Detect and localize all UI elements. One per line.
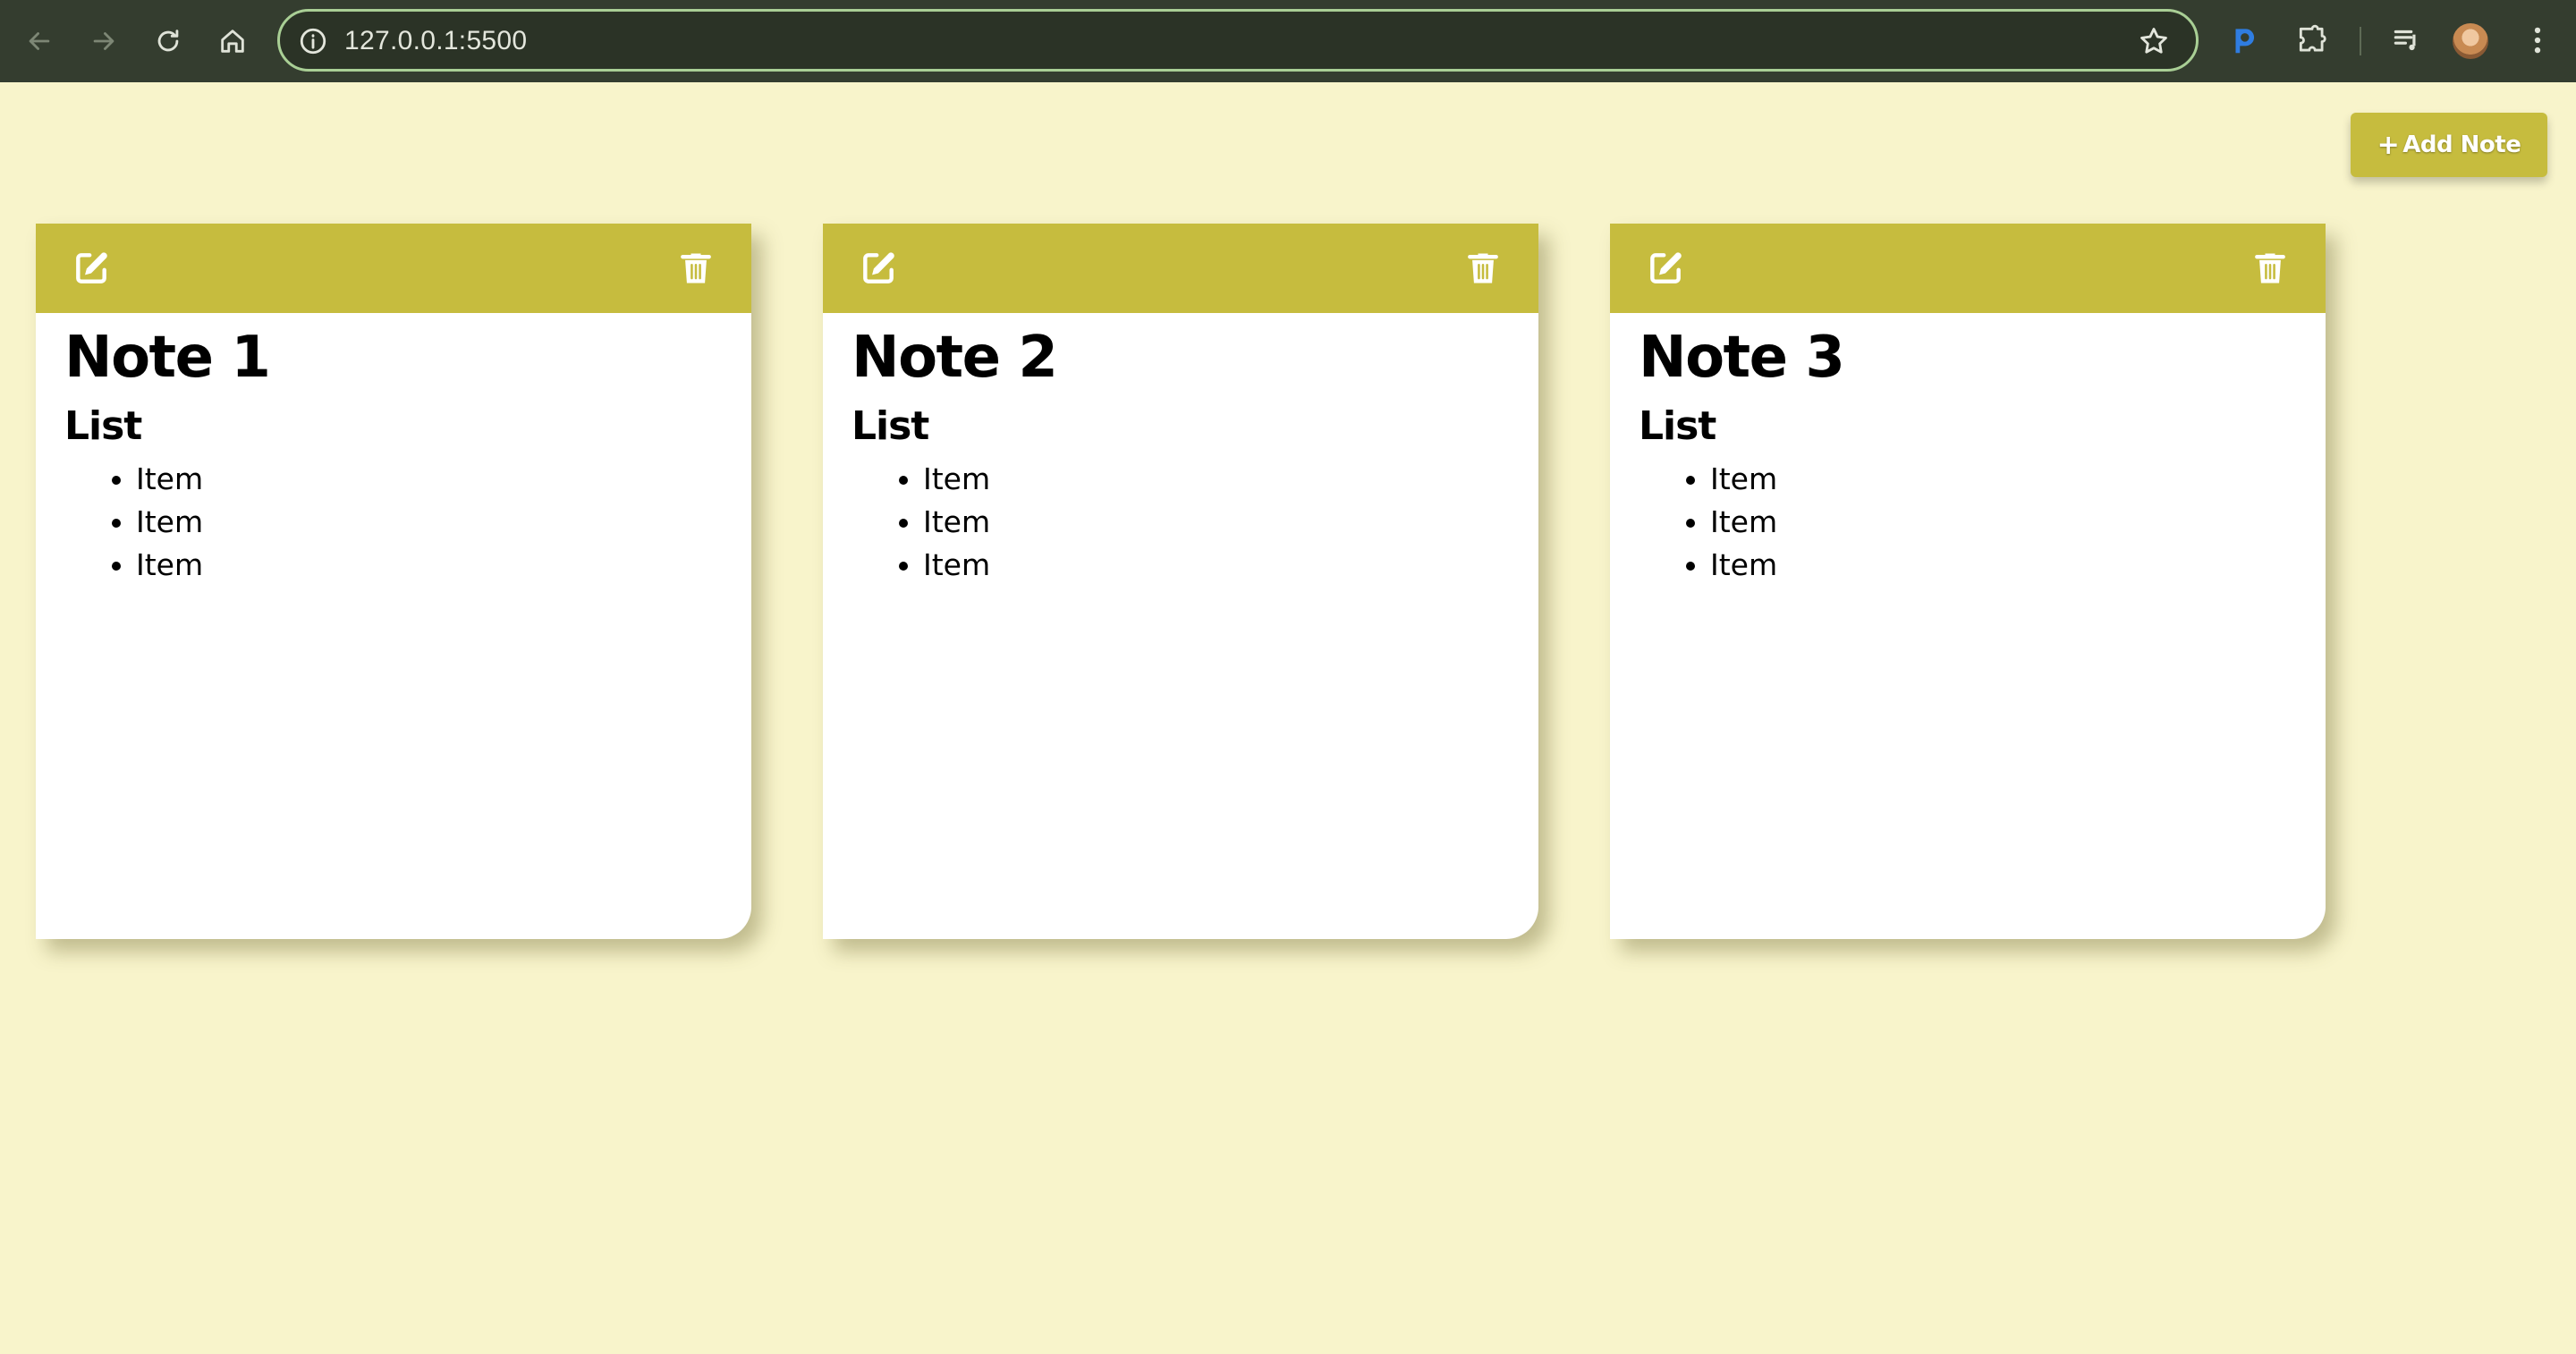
add-note-button[interactable]: + Add Note xyxy=(2351,113,2547,177)
note-toolbar xyxy=(1610,224,2326,313)
url-text[interactable]: 127.0.0.1:5500 xyxy=(344,24,527,58)
note-toolbar xyxy=(36,224,751,313)
list-item: Item xyxy=(136,501,723,544)
note-list: Item Item Item xyxy=(1639,458,2297,587)
note-subtitle: List xyxy=(852,403,929,449)
note-content[interactable]: Note 2 List Item Item Item xyxy=(823,320,1538,587)
plus-icon: + xyxy=(2377,129,2400,161)
note-card: Note 3 List Item Item Item xyxy=(1610,224,2326,939)
list-item: Item xyxy=(1710,501,2297,544)
arrow-right-icon xyxy=(93,32,114,50)
note-subtitle: List xyxy=(64,403,142,449)
note-content[interactable]: Note 1 List Item Item Item xyxy=(36,320,751,587)
list-item: Item xyxy=(136,544,723,587)
note-content[interactable]: Note 3 List Item Item Item xyxy=(1610,320,2326,587)
star-icon[interactable] xyxy=(2137,24,2171,58)
note-list: Item Item Item xyxy=(852,458,1510,587)
profile-avatar[interactable] xyxy=(2453,23,2488,59)
edit-button[interactable] xyxy=(1644,247,1687,290)
list-item: Item xyxy=(1710,544,2297,587)
edit-icon xyxy=(76,252,107,283)
p-logo-icon xyxy=(2235,29,2255,54)
reload-icon xyxy=(157,30,179,52)
edit-button[interactable] xyxy=(857,247,900,290)
home-button[interactable] xyxy=(211,20,254,63)
edit-icon xyxy=(863,252,894,283)
arrow-left-icon xyxy=(29,32,50,50)
note-subtitle: List xyxy=(1639,403,1716,449)
note-title: Note 2 xyxy=(852,325,1058,391)
toolbar-divider xyxy=(2360,27,2361,55)
extension-p-icon[interactable] xyxy=(2225,21,2263,59)
list-item: Item xyxy=(923,501,1510,544)
trash-icon xyxy=(681,253,711,283)
forward-button[interactable] xyxy=(82,20,125,63)
note-toolbar xyxy=(823,224,1538,313)
note-list: Item Item Item xyxy=(64,458,723,587)
delete-button[interactable] xyxy=(2249,247,2292,290)
edit-icon xyxy=(1650,252,1682,283)
media-control-button[interactable] xyxy=(2388,21,2426,59)
home-icon xyxy=(221,30,244,53)
queue-music-icon xyxy=(2394,30,2416,51)
browser-toolbar: 127.0.0.1:5500 xyxy=(0,0,2576,82)
add-note-label: Add Note xyxy=(2402,131,2521,158)
note-card: Note 1 List Item Item Item xyxy=(36,224,751,939)
back-button[interactable] xyxy=(18,20,61,63)
extensions-button[interactable] xyxy=(2293,21,2331,59)
delete-button[interactable] xyxy=(1462,247,1504,290)
reload-button[interactable] xyxy=(147,20,190,63)
list-item: Item xyxy=(136,458,723,501)
trash-icon xyxy=(2255,253,2285,283)
note-card: Note 2 List Item Item Item xyxy=(823,224,1538,939)
address-bar[interactable]: 127.0.0.1:5500 xyxy=(277,9,2199,72)
trash-icon xyxy=(1468,253,1498,283)
delete-button[interactable] xyxy=(674,247,717,290)
puzzle-icon xyxy=(2299,24,2326,52)
list-item: Item xyxy=(1710,458,2297,501)
more-vertical-icon xyxy=(2534,27,2541,54)
note-title: Note 1 xyxy=(64,325,271,391)
note-title: Note 3 xyxy=(1639,325,1845,391)
info-icon[interactable] xyxy=(298,26,328,56)
list-item: Item xyxy=(923,544,1510,587)
edit-button[interactable] xyxy=(70,247,113,290)
browser-menu-button[interactable] xyxy=(2519,21,2556,59)
list-item: Item xyxy=(923,458,1510,501)
